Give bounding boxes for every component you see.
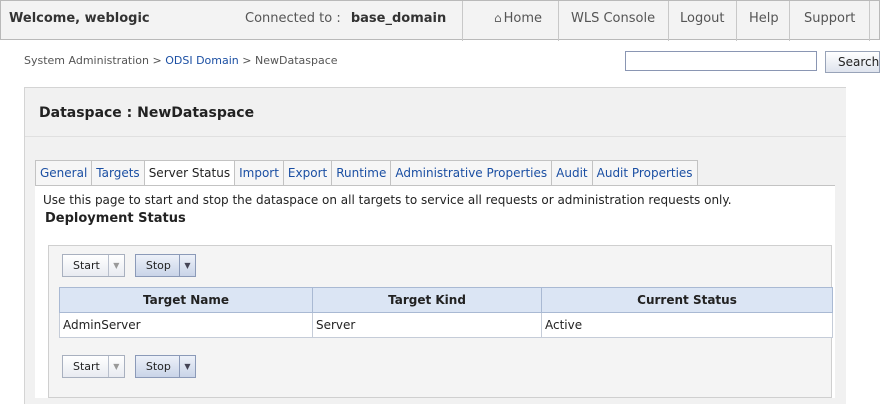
- connection-status: Connected to : base_domain: [245, 11, 446, 26]
- start-button-label: Start: [73, 259, 100, 272]
- search-button[interactable]: Search: [825, 51, 880, 73]
- connected-label: Connected to :: [245, 11, 341, 26]
- help-link[interactable]: Help: [749, 11, 779, 26]
- cell-target-kind: Server: [312, 312, 542, 338]
- breadcrumb-current: NewDataspace: [255, 54, 338, 67]
- breadcrumb-root: System Administration: [24, 54, 150, 67]
- tab-export[interactable]: Export: [283, 160, 333, 186]
- home-link[interactable]: ⌂ Home: [494, 11, 542, 26]
- tab-general[interactable]: General: [35, 160, 93, 186]
- deployment-status-heading: Deployment Status: [45, 211, 186, 226]
- stop-button[interactable]: Stop ▼: [134, 355, 196, 378]
- column-header-target-name[interactable]: Target Name: [59, 287, 313, 313]
- title-divider: [25, 136, 846, 137]
- chevron-down-icon[interactable]: ▼: [178, 255, 195, 276]
- header-divider: [789, 1, 790, 41]
- header-divider: [668, 1, 669, 41]
- tab-server-status[interactable]: Server Status: [144, 160, 236, 186]
- home-link-label: Home: [503, 11, 543, 26]
- page-title: Dataspace : NewDataspace: [39, 105, 255, 121]
- start-button-label: Start: [73, 360, 100, 373]
- header-divider: [869, 1, 870, 41]
- bottom-button-row: Start ▼ Stop ▼: [62, 355, 196, 378]
- stop-button[interactable]: Stop ▼: [134, 254, 196, 277]
- page-description: Use this page to start and stop the data…: [43, 193, 732, 207]
- tab-audit-properties[interactable]: Audit Properties: [592, 160, 698, 186]
- support-link[interactable]: Support: [804, 11, 855, 26]
- chevron-down-icon[interactable]: ▼: [178, 356, 195, 377]
- table-header-row: Target Name Target Kind Current Status: [59, 287, 833, 313]
- stop-button-label: Stop: [145, 360, 171, 373]
- cell-target-name: AdminServer: [59, 312, 313, 338]
- header-divider: [462, 1, 463, 41]
- breadcrumb-odsi-domain-link[interactable]: ODSI Domain: [165, 54, 239, 67]
- wls-console-link[interactable]: WLS Console: [571, 11, 655, 26]
- top-header: Welcome, weblogic Connected to : base_do…: [0, 0, 880, 41]
- chevron-down-icon[interactable]: ▼: [107, 255, 124, 276]
- welcome-text: Welcome, weblogic: [9, 11, 150, 26]
- header-divider: [736, 1, 737, 41]
- cell-current-status: Active: [541, 312, 833, 338]
- breadcrumb: System Administration > ODSI Domain > Ne…: [24, 54, 338, 67]
- logout-link[interactable]: Logout: [680, 11, 725, 26]
- search-input[interactable]: [625, 51, 817, 71]
- breadcrumb-separator: >: [238, 54, 255, 67]
- header-divider: [558, 1, 559, 41]
- domain-name: base_domain: [350, 11, 447, 26]
- tab-audit[interactable]: Audit: [552, 160, 593, 186]
- table-row[interactable]: AdminServer Server Active: [59, 312, 833, 338]
- breadcrumb-separator: >: [149, 54, 166, 67]
- column-header-current-status[interactable]: Current Status: [541, 287, 833, 313]
- stop-button-label: Stop: [145, 259, 171, 272]
- tab-targets[interactable]: Targets: [92, 160, 145, 186]
- top-button-row: Start ▼ Stop ▼: [62, 254, 196, 277]
- tab-runtime[interactable]: Runtime: [332, 160, 392, 186]
- tab-import[interactable]: Import: [235, 160, 284, 186]
- tab-bar: General Targets Server Status Import Exp…: [35, 160, 698, 186]
- home-icon: ⌂: [494, 11, 502, 25]
- chevron-down-icon[interactable]: ▼: [107, 356, 124, 377]
- start-button[interactable]: Start ▼: [62, 355, 125, 378]
- tab-administrative-properties[interactable]: Administrative Properties: [391, 160, 553, 186]
- column-header-target-kind[interactable]: Target Kind: [312, 287, 542, 313]
- start-button[interactable]: Start ▼: [62, 254, 125, 277]
- targets-table: Target Name Target Kind Current Status A…: [59, 287, 833, 338]
